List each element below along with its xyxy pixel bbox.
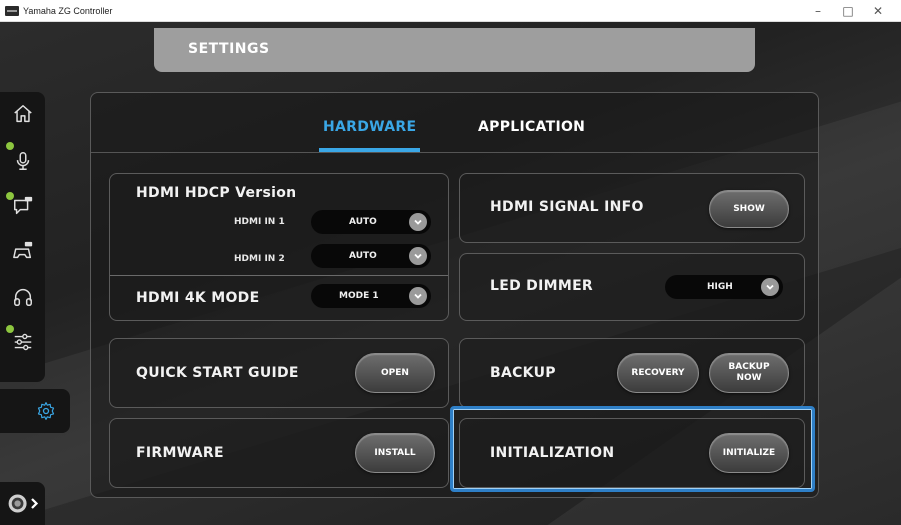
app-body: SETTINGS HARDWARE APPLICATION HDMI HDCP … — [0, 22, 901, 525]
chevron-down-icon — [409, 247, 427, 265]
page-title: SETTINGS — [188, 41, 270, 57]
initialization-highlight — [450, 406, 815, 492]
backup-now-label-line1: BACKUP — [728, 362, 770, 372]
led-dimmer-dropdown[interactable]: HIGH — [665, 275, 783, 299]
backup-card: BACKUP RECOVERY BACKUP NOW — [459, 338, 805, 408]
sidebar-item-mixer[interactable] — [0, 320, 45, 364]
sidebar-item-microphone[interactable] — [0, 139, 45, 183]
hdmi-4k-mode-title: HDMI 4K MODE — [136, 290, 260, 306]
chat-fx-icon — [13, 196, 32, 215]
firmware-title: FIRMWARE — [136, 445, 224, 461]
hdmi-in1-dropdown[interactable]: AUTO — [311, 210, 431, 234]
microphone-icon — [16, 152, 29, 170]
device-menu-button[interactable] — [0, 482, 45, 525]
maximize-button[interactable]: □ — [833, 0, 863, 22]
hdmi-card: HDMI HDCP Version HDMI IN 1 AUTO HDMI IN… — [109, 173, 449, 321]
backup-now-button[interactable]: BACKUP NOW — [709, 353, 789, 393]
home-icon — [13, 105, 32, 123]
led-dimmer-value: HIGH — [707, 282, 733, 292]
chevron-down-icon — [761, 278, 779, 296]
chevron-down-icon — [409, 287, 427, 305]
sidebar-item-settings[interactable] — [0, 389, 70, 433]
hdmi-4k-mode-value: MODE 1 — [339, 291, 379, 301]
settings-header: SETTINGS — [154, 28, 755, 72]
device-menu-icon — [8, 494, 38, 513]
led-dimmer-card: LED DIMMER HIGH — [459, 253, 805, 321]
hdmi-in1-label: HDMI IN 1 — [234, 217, 285, 227]
sidebar-item-game-fx[interactable] — [0, 229, 45, 273]
chevron-down-icon — [409, 213, 427, 231]
hdmi-in2-value: AUTO — [349, 251, 377, 261]
tab-hardware[interactable]: HARDWARE — [323, 119, 416, 135]
hdmi-in1-value: AUTO — [349, 217, 377, 227]
hdmi-4k-mode-dropdown[interactable]: MODE 1 — [311, 284, 431, 308]
sidebar-item-chat-fx[interactable] — [0, 184, 45, 228]
recovery-button[interactable]: RECOVERY — [617, 353, 699, 393]
backup-now-label-line2: NOW — [736, 373, 762, 383]
tab-divider — [91, 152, 818, 153]
close-button[interactable]: ✕ — [863, 0, 893, 22]
hdmi-signal-info-card: HDMI SIGNAL INFO SHOW — [459, 173, 805, 243]
install-button[interactable]: INSTALL — [355, 433, 435, 473]
app-logo-icon — [5, 5, 19, 16]
sidebar — [0, 92, 45, 382]
firmware-card: FIRMWARE INSTALL — [109, 418, 449, 488]
hdmi-in2-label: HDMI IN 2 — [234, 254, 285, 264]
tab-application[interactable]: APPLICATION — [478, 119, 585, 135]
sliders-icon — [14, 333, 31, 351]
divider — [110, 275, 448, 276]
open-button[interactable]: OPEN — [355, 353, 435, 393]
minimize-button[interactable]: – — [803, 0, 833, 22]
led-dimmer-title: LED DIMMER — [490, 278, 594, 294]
hdmi-in2-dropdown[interactable]: AUTO — [311, 244, 431, 268]
quick-start-guide-title: QUICK START GUIDE — [136, 365, 299, 381]
hdmi-signal-info-title: HDMI SIGNAL INFO — [490, 199, 644, 215]
show-button[interactable]: SHOW — [709, 190, 789, 228]
sidebar-item-home[interactable] — [0, 92, 45, 136]
hdmi-hdcp-title: HDMI HDCP Version — [136, 185, 297, 201]
gear-icon — [37, 402, 55, 420]
gamepad-fx-icon — [12, 241, 32, 259]
window-title: Yamaha ZG Controller — [23, 5, 113, 16]
backup-title: BACKUP — [490, 365, 556, 381]
app-window: Yamaha ZG Controller – □ ✕ SETTINGS HARD… — [0, 0, 901, 525]
title-bar: Yamaha ZG Controller – □ ✕ — [0, 0, 901, 22]
quick-start-guide-card: QUICK START GUIDE OPEN — [109, 338, 449, 408]
sidebar-item-headphones[interactable] — [0, 275, 45, 319]
headphones-icon — [13, 289, 32, 306]
